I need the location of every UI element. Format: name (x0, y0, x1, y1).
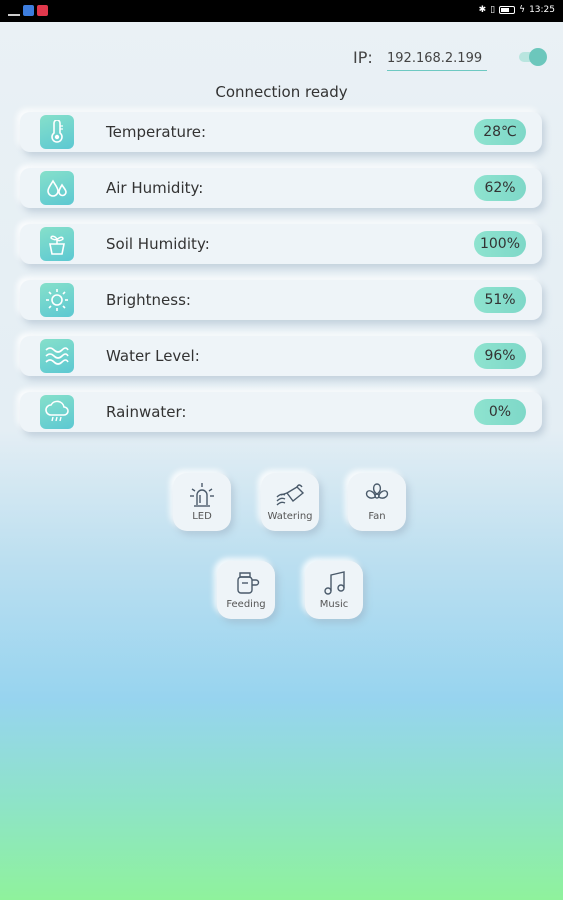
sensor-row-brightness: Brightness: 51% (20, 280, 542, 320)
ip-label: IP: (353, 48, 373, 67)
led-icon (190, 483, 214, 507)
sensor-row-rainwater: Rainwater: 0% (20, 392, 542, 432)
sensor-label: Soil Humidity: (106, 235, 210, 253)
fan-icon (365, 483, 389, 499)
control-label: Watering (267, 511, 313, 522)
sensor-label: Temperature: (106, 123, 207, 141)
sensor-label: Brightness: (106, 291, 191, 309)
sensor-label: Water Level: (106, 347, 200, 365)
sensor-value: 0% (474, 399, 526, 425)
watering-can-icon (276, 484, 305, 506)
music-note-icon (324, 571, 345, 595)
sensor-value: 51% (474, 287, 526, 313)
toggle-thumb (529, 48, 547, 66)
thermometer-icon (40, 115, 74, 149)
status-indicators: ✱ ▯ ϟ 13:25 (479, 5, 555, 15)
control-label: Music (319, 599, 349, 610)
sensor-value: 96% (474, 343, 526, 369)
watering-button[interactable]: Watering (261, 473, 319, 531)
sensor-label: Air Humidity: (106, 179, 204, 197)
waves-icon (40, 339, 74, 373)
bluetooth-icon: ✱ (478, 5, 487, 15)
sensor-row-temperature: Temperature: 28℃ (20, 112, 542, 152)
music-button[interactable]: Music (305, 561, 363, 619)
clock: 13:25 (529, 5, 555, 15)
status-bar: ✱ ▯ ϟ 13:25 (0, 0, 563, 22)
app-notification-icon (23, 5, 34, 16)
control-label: LED (192, 511, 212, 522)
fan-button[interactable]: Fan (348, 473, 406, 531)
droplets-icon (40, 171, 74, 205)
feeding-icon (237, 572, 260, 594)
notification-icons (8, 5, 48, 16)
sensor-row-air-humidity: Air Humidity: 62% (20, 168, 542, 208)
connection-status: Connection ready (215, 83, 348, 101)
feeding-button[interactable]: Feeding (217, 561, 275, 619)
sun-icon (40, 283, 74, 317)
sensor-value: 28℃ (474, 119, 526, 145)
vibrate-icon: ▯ (490, 5, 496, 15)
signal-icon (8, 6, 20, 16)
sensor-label: Rainwater: (106, 403, 187, 421)
sensor-value: 100% (474, 231, 526, 257)
ip-address-input[interactable] (387, 46, 487, 71)
connection-toggle[interactable] (517, 48, 547, 66)
sensor-row-soil-humidity: Soil Humidity: 100% (20, 224, 542, 264)
control-label: Feeding (226, 599, 266, 610)
battery-icon (499, 6, 516, 14)
control-label: Fan (368, 511, 386, 522)
sensor-row-water-level: Water Level: 96% (20, 336, 542, 376)
mail-notification-icon (37, 5, 48, 16)
rain-cloud-icon (40, 395, 74, 429)
sensor-value: 62% (474, 175, 526, 201)
led-button[interactable]: LED (173, 473, 231, 531)
plant-pot-icon (40, 227, 74, 261)
charging-icon: ϟ (519, 5, 526, 15)
